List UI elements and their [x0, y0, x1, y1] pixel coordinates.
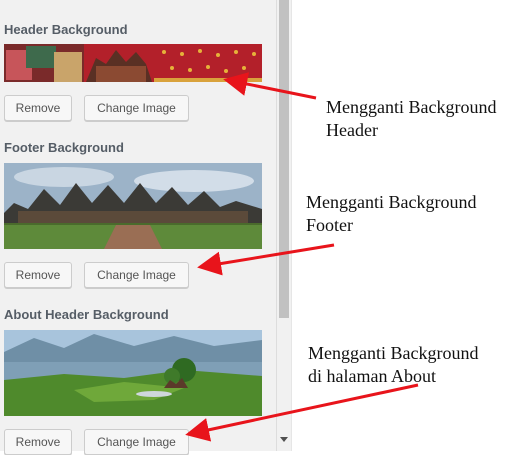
arrow-to-footer-change-image	[197, 243, 335, 276]
arrow-to-header-change-image	[223, 72, 317, 100]
annotation-arrows	[185, 72, 419, 442]
arrow-to-about-change-image	[185, 383, 419, 442]
